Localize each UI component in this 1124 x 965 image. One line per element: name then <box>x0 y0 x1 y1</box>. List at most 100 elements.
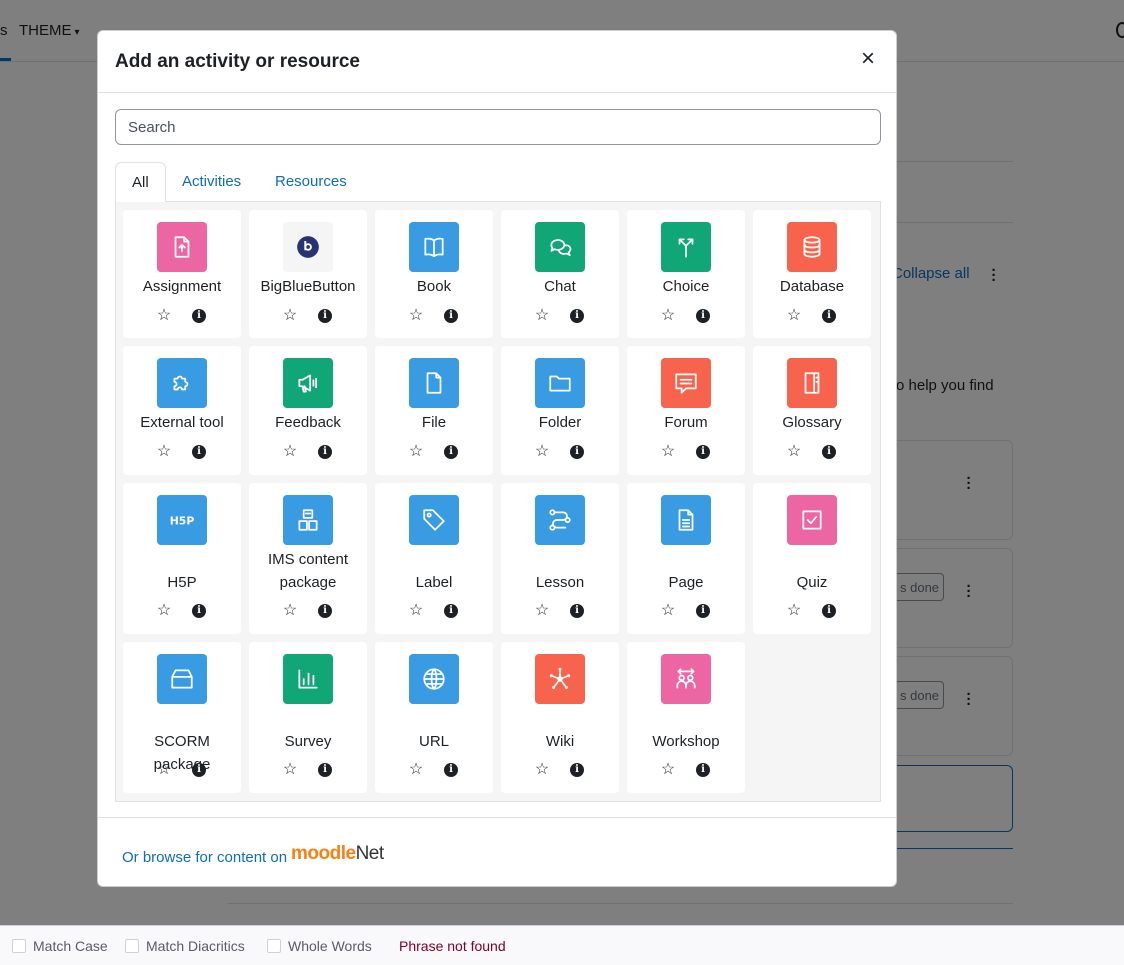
star-icon[interactable]: ☆ <box>533 602 551 620</box>
info-icon[interactable]: i <box>570 604 584 618</box>
star-icon[interactable]: ☆ <box>407 602 425 620</box>
info-icon[interactable]: i <box>696 445 710 459</box>
activity-name: BigBlueButton <box>260 278 356 295</box>
activity-card-external-tool[interactable]: External tool ☆ i <box>123 346 241 475</box>
activity-card-assignment[interactable]: Assignment ☆ i <box>123 210 241 338</box>
star-icon[interactable]: ☆ <box>533 761 551 779</box>
moodlenet-logo[interactable]: moodleNet <box>291 843 384 865</box>
activity-card-folder[interactable]: Folder ☆ i <box>501 346 619 475</box>
info-icon[interactable]: i <box>318 763 332 777</box>
forum-icon <box>661 358 711 408</box>
match-case-option[interactable]: Match Case <box>12 938 108 954</box>
star-icon[interactable]: ☆ <box>407 307 425 325</box>
match-case-checkbox[interactable] <box>12 939 26 953</box>
star-icon[interactable]: ☆ <box>533 307 551 325</box>
whole-words-option[interactable]: Whole Words <box>267 938 372 954</box>
star-icon[interactable]: ☆ <box>281 602 299 620</box>
match-case-label: Match Case <box>33 938 108 954</box>
activity-card-survey[interactable]: Survey ☆ i <box>249 642 367 793</box>
info-icon[interactable]: i <box>570 445 584 459</box>
star-icon[interactable]: ☆ <box>533 443 551 461</box>
activity-name: Book <box>416 278 452 295</box>
star-icon[interactable]: ☆ <box>659 307 677 325</box>
info-icon[interactable]: i <box>570 309 584 323</box>
star-icon[interactable]: ☆ <box>785 602 803 620</box>
star-icon[interactable]: ☆ <box>281 443 299 461</box>
info-icon[interactable]: i <box>318 604 332 618</box>
star-icon[interactable]: ☆ <box>155 443 173 461</box>
info-icon[interactable]: i <box>192 445 206 459</box>
star-icon[interactable]: ☆ <box>659 443 677 461</box>
activity-card-h5p[interactable]: H5P H5P ☆ i <box>123 483 241 634</box>
info-icon[interactable]: i <box>822 604 836 618</box>
activity-name: H5P <box>167 574 197 591</box>
activity-card-file[interactable]: File ☆ i <box>375 346 493 475</box>
activity-card-wiki[interactable]: Wiki ☆ i <box>501 642 619 793</box>
info-icon[interactable]: i <box>822 445 836 459</box>
star-icon[interactable]: ☆ <box>659 602 677 620</box>
star-icon[interactable]: ☆ <box>407 761 425 779</box>
activity-card-lesson[interactable]: Lesson ☆ i <box>501 483 619 634</box>
star-icon[interactable]: ☆ <box>155 307 173 325</box>
tag-icon <box>409 495 459 545</box>
ims-package-icon <box>283 495 333 545</box>
search-input[interactable] <box>115 109 881 145</box>
info-icon[interactable]: i <box>696 604 710 618</box>
activity-card-workshop[interactable]: Workshop ☆ i <box>627 642 745 793</box>
star-icon[interactable]: ☆ <box>281 761 299 779</box>
star-icon[interactable]: ☆ <box>281 307 299 325</box>
activity-name: Database <box>779 278 845 295</box>
info-icon[interactable]: i <box>318 309 332 323</box>
activity-card-database[interactable]: Database ☆ i <box>753 210 871 338</box>
activity-card-choice[interactable]: Choice ☆ i <box>627 210 745 338</box>
activity-name: IMS content package <box>267 551 349 591</box>
activity-card-chat[interactable]: Chat ☆ i <box>501 210 619 338</box>
activity-card-book[interactable]: Book ☆ i <box>375 210 493 338</box>
info-icon[interactable]: i <box>192 604 206 618</box>
activity-card-url[interactable]: URL ☆ i <box>375 642 493 793</box>
modal-title: Add an activity or resource <box>115 51 360 72</box>
whole-words-checkbox[interactable] <box>267 939 281 953</box>
info-icon[interactable]: i <box>822 309 836 323</box>
info-icon[interactable]: i <box>444 763 458 777</box>
info-icon[interactable]: i <box>192 309 206 323</box>
moodlenet-link[interactable]: Or browse for content on <box>122 849 287 866</box>
activity-card-label[interactable]: Label ☆ i <box>375 483 493 634</box>
activity-card-bigbluebutton[interactable]: BigBlueButton ☆ i <box>249 210 367 338</box>
match-diacritics-checkbox[interactable] <box>125 939 139 953</box>
info-icon[interactable]: i <box>696 309 710 323</box>
info-icon[interactable]: i <box>192 763 206 777</box>
info-icon[interactable]: i <box>570 763 584 777</box>
tab-activities[interactable]: Activities <box>182 162 241 202</box>
info-icon[interactable]: i <box>444 309 458 323</box>
activity-card-feedback[interactable]: Feedback ☆ i <box>249 346 367 475</box>
activity-card-scorm-package[interactable]: SCORM package ☆ i <box>123 642 241 793</box>
info-icon[interactable]: i <box>444 445 458 459</box>
match-diacritics-option[interactable]: Match Diacritics <box>125 938 245 954</box>
star-icon[interactable]: ☆ <box>155 602 173 620</box>
tab-resources[interactable]: Resources <box>275 162 347 202</box>
close-icon[interactable]: × <box>856 47 880 71</box>
activity-card-forum[interactable]: Forum ☆ i <box>627 346 745 475</box>
lesson-icon <box>535 495 585 545</box>
activity-card-quiz[interactable]: Quiz ☆ i <box>753 483 871 634</box>
star-icon[interactable]: ☆ <box>785 307 803 325</box>
star-icon[interactable]: ☆ <box>407 443 425 461</box>
assignment-icon <box>157 222 207 272</box>
activity-card-glossary[interactable]: Glossary ☆ i <box>753 346 871 475</box>
star-icon[interactable]: ☆ <box>659 761 677 779</box>
puzzle-icon <box>157 358 207 408</box>
svg-text:H5P: H5P <box>170 514 195 527</box>
tab-all[interactable]: All <box>115 162 166 203</box>
star-icon[interactable]: ☆ <box>155 761 173 779</box>
star-icon[interactable]: ☆ <box>785 443 803 461</box>
modal-footer: Or browse for content on moodleNet <box>98 817 896 887</box>
activity-name: Chat <box>544 278 576 295</box>
info-icon[interactable]: i <box>318 445 332 459</box>
modal-header: Add an activity or resource × <box>98 31 896 93</box>
activity-card-ims-content-package[interactable]: IMS content package ☆ i <box>249 483 367 634</box>
info-icon[interactable]: i <box>696 763 710 777</box>
info-icon[interactable]: i <box>444 604 458 618</box>
activity-card-page[interactable]: Page ☆ i <box>627 483 745 634</box>
file-icon <box>409 358 459 408</box>
